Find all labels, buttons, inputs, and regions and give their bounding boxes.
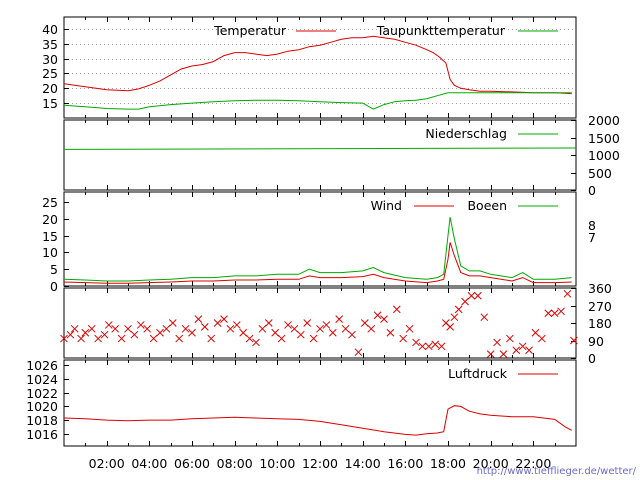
wind_direction-ytick-label: 270 xyxy=(588,299,612,314)
pressure-ytick-label: 1026 xyxy=(26,358,58,373)
precipitation-ytick-label: 1500 xyxy=(588,131,620,146)
temperature-ytick-label: 35 xyxy=(42,37,58,52)
wind-ytick-label: 20 xyxy=(42,212,58,227)
weather-chart: 152025303540 Temperatur Taupunkttemperatur… xyxy=(0,0,640,480)
precipitation-ytick-label: 2000 xyxy=(588,113,620,128)
temperature-ytick-label: 30 xyxy=(42,52,58,67)
wind-ytick-label: 15 xyxy=(42,229,58,244)
time-tick-label: 18:00 xyxy=(430,456,466,471)
time-tick-label: 10:00 xyxy=(259,456,295,471)
temperature-ytick-label: 40 xyxy=(42,22,58,37)
wind_direction-ytick-label: 90 xyxy=(588,334,604,349)
temperature-ytick-label: 15 xyxy=(42,96,58,111)
wind_direction-ytick-label: 180 xyxy=(588,316,612,331)
legend-label: Niederschlag xyxy=(425,126,507,141)
wind-right-label: 7 xyxy=(588,230,596,245)
pressure-ytick-label: 1016 xyxy=(26,427,58,442)
credit-link[interactable]: http://www.tiefflieger.de/wetter/ xyxy=(477,466,637,477)
time-tick-label: 04:00 xyxy=(131,456,167,471)
precipitation-ytick-label: 1000 xyxy=(588,148,620,163)
temperature-ytick-label: 25 xyxy=(42,66,58,81)
pressure-ytick-label: 1020 xyxy=(26,399,58,414)
precipitation-ytick-label: 0 xyxy=(588,183,596,198)
wind_direction-ytick-label: 360 xyxy=(588,281,612,296)
time-tick-label: 16:00 xyxy=(387,456,423,471)
wind_direction-ytick-label: 0 xyxy=(588,351,596,366)
legend-label: Temperatur xyxy=(213,23,287,38)
legend-label: Boeen xyxy=(467,198,507,213)
time-tick-label: 06:00 xyxy=(174,456,210,471)
pressure-ytick-label: 1018 xyxy=(26,413,58,428)
wind-ytick-label: 0 xyxy=(50,279,58,294)
time-tick-label: 08:00 xyxy=(217,456,253,471)
temperature-ytick-label: 20 xyxy=(42,81,58,96)
time-tick-label: 14:00 xyxy=(345,456,381,471)
wind-ytick-label: 5 xyxy=(50,262,58,277)
legend-label: Wind xyxy=(371,198,402,213)
legend-label: Luftdruck xyxy=(448,366,508,381)
time-tick-label: 02:00 xyxy=(89,456,125,471)
wind-ytick-label: 10 xyxy=(42,245,58,260)
time-tick-label: 12:00 xyxy=(302,456,338,471)
precipitation-ytick-label: 500 xyxy=(588,166,612,181)
legend-label: Taupunkttemperatur xyxy=(376,23,506,38)
wind-ytick-label: 25 xyxy=(42,195,58,210)
pressure-ytick-label: 1022 xyxy=(26,386,58,401)
pressure-ytick-label: 1024 xyxy=(26,372,58,387)
